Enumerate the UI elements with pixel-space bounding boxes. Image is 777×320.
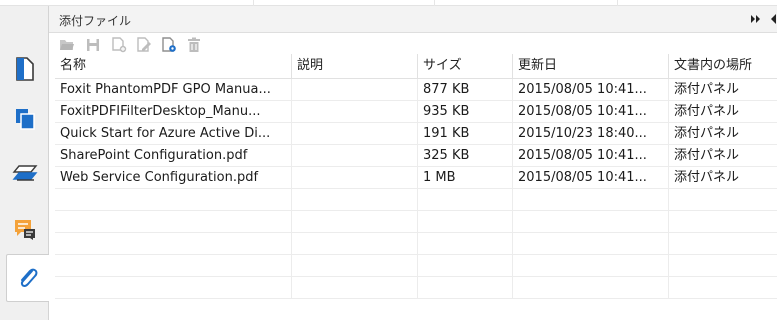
open-attachment-button[interactable]: [58, 36, 76, 54]
cell-size: 191 KB: [418, 123, 513, 144]
table-header-row: 名称 説明 サイズ 更新日 文書内の場所: [55, 54, 777, 79]
empty-row: [55, 233, 777, 255]
cell-modified: 2015/10/23 18:40...: [513, 123, 669, 144]
nav-pages-button[interactable]: [8, 51, 41, 87]
attachments-panel: 添付ファイル 名称 説明 サイズ 更新日 文書内の場所 Foxit Phanto…: [49, 6, 777, 320]
save-attachment-button[interactable]: [84, 36, 102, 54]
paperclip-icon: [20, 268, 38, 288]
cell-size: 935 KB: [418, 101, 513, 122]
file-settings-icon: [162, 37, 176, 52]
cell-name: SharePoint Configuration.pdf: [55, 145, 292, 166]
cell-name: Web Service Configuration.pdf: [55, 167, 292, 188]
cell-name: Foxit PhantomPDF GPO Manua...: [55, 79, 292, 100]
table-row[interactable]: FoxitPDFIFilterDesktop_Manu... 935 KB 20…: [55, 101, 777, 123]
table-row[interactable]: Foxit PhantomPDF GPO Manua... 877 KB 201…: [55, 79, 777, 101]
column-header-location[interactable]: 文書内の場所: [669, 54, 777, 78]
navigation-panel-strip: [0, 6, 49, 320]
nav-layers-button[interactable]: [8, 101, 41, 137]
edit-file-icon: [137, 37, 151, 52]
empty-row: [55, 255, 777, 277]
cell-modified: 2015/08/05 10:41...: [513, 167, 669, 188]
folder-icon: [60, 40, 74, 50]
panel-title: 添付ファイル: [59, 14, 132, 28]
double-chevron-right-icon[interactable]: [750, 12, 762, 26]
table-row[interactable]: Quick Start for Azure Active Di... 191 K…: [55, 123, 777, 145]
attachment-settings-button[interactable]: [160, 36, 178, 54]
cell-modified: 2015/08/05 10:41...: [513, 79, 669, 100]
save-icon: [87, 39, 99, 51]
cell-location: 添付パネル: [674, 104, 740, 119]
empty-row: [55, 211, 777, 233]
trash-icon: [188, 37, 200, 52]
empty-row: [55, 189, 777, 211]
cell-size: 1 MB: [418, 167, 513, 188]
add-attachment-button[interactable]: [110, 36, 128, 54]
cell-description: [292, 123, 418, 144]
cell-location: 添付パネル: [674, 148, 740, 163]
comment-icon: [14, 220, 35, 240]
column-header-modified[interactable]: 更新日: [513, 54, 669, 78]
cell-modified: 2015/08/05 10:41...: [513, 101, 669, 122]
edit-description-button[interactable]: [135, 36, 153, 54]
attachments-table: 名称 説明 サイズ 更新日 文書内の場所 Foxit PhantomPDF GP…: [55, 54, 777, 299]
column-header-name[interactable]: 名称: [55, 54, 292, 78]
cell-name: FoxitPDFIFilterDesktop_Manu...: [55, 101, 292, 122]
cell-description: [292, 101, 418, 122]
add-file-icon: [112, 37, 127, 53]
empty-row: [55, 277, 777, 299]
cell-location: 添付パネル: [674, 82, 740, 97]
cell-size: 325 KB: [418, 145, 513, 166]
nav-attachments-button[interactable]: [6, 254, 49, 302]
cell-location: 添付パネル: [674, 126, 740, 141]
cell-description: [292, 145, 418, 166]
column-header-size[interactable]: サイズ: [418, 54, 513, 78]
copy-pages-icon: [15, 109, 35, 130]
cell-size: 877 KB: [418, 79, 513, 100]
column-header-description[interactable]: 説明: [292, 54, 418, 78]
nav-comments-button[interactable]: [8, 211, 41, 247]
table-row[interactable]: Web Service Configuration.pdf 1 MB 2015/…: [55, 167, 777, 189]
cell-modified: 2015/08/05 10:41...: [513, 145, 669, 166]
cell-name: Quick Start for Azure Active Di...: [55, 123, 292, 144]
panel-header: 添付ファイル: [49, 6, 777, 33]
cell-location: 添付パネル: [674, 170, 740, 185]
delete-attachment-button[interactable]: [185, 36, 203, 54]
nav-layers-stack-button[interactable]: [8, 156, 41, 192]
collapse-panel-icon[interactable]: [768, 12, 777, 26]
cell-description: [292, 79, 418, 100]
page-icon: [15, 57, 34, 81]
attachments-toolbar: [49, 33, 777, 55]
cell-description: [292, 167, 418, 188]
layers-icon: [12, 165, 37, 181]
table-row[interactable]: SharePoint Configuration.pdf 325 KB 2015…: [55, 145, 777, 167]
